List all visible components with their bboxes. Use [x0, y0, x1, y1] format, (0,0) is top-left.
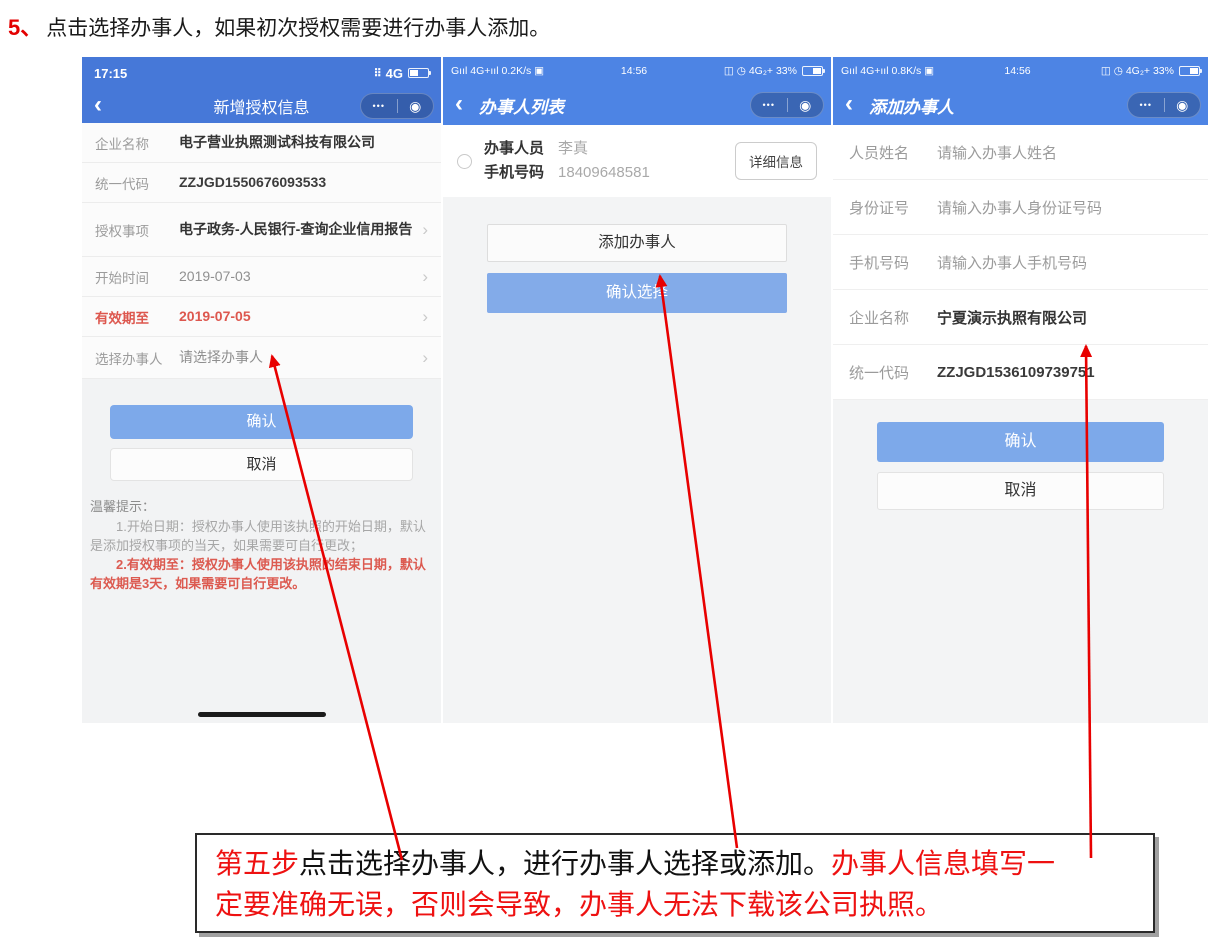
- chevron-right-icon: ›: [422, 307, 428, 327]
- radio-unselected-icon[interactable]: [457, 154, 472, 169]
- more-icon[interactable]: •••: [1128, 100, 1164, 110]
- field-label: 统一代码: [849, 362, 937, 383]
- more-icon[interactable]: •••: [361, 101, 397, 111]
- field-value: 电子营业执照测试科技有限公司: [179, 133, 428, 151]
- agent-phone-value: 18409648581: [558, 161, 650, 185]
- tips-section: 温馨提示： 1.开始日期：授权办事人使用该执照的开始日期，默认是添加授权事项的当…: [90, 496, 433, 593]
- input-placeholder: 请输入办事人身份证号码: [937, 197, 1102, 218]
- agent-name-value: 李真: [558, 137, 588, 161]
- field-value: 2019-07-03: [179, 267, 416, 285]
- status-bar: 17:15 ⠿ 4G: [82, 57, 441, 89]
- add-agent-button[interactable]: 添加办事人: [487, 224, 787, 262]
- field-label: 人员姓名: [849, 142, 937, 163]
- field-value: 2019-07-05: [179, 307, 416, 325]
- screenshot-agent-list: Gııl 4G+ııl 0.2K/s ▣ 14:56 ◫ ◷ 4G₂+ 33% …: [443, 57, 831, 723]
- signal-network-text: Gııl 4G+ııl 0.8K/s ▣: [841, 65, 934, 77]
- step-heading: 5、点击选择办事人，如果初次授权需要进行办事人添加。: [8, 10, 550, 42]
- detail-info-button[interactable]: 详细信息: [735, 142, 817, 180]
- manual-page: 5、点击选择办事人，如果初次授权需要进行办事人添加。 17:15 ⠿ 4G ‹ …: [0, 0, 1214, 949]
- agent-phone-label: 手机号码: [484, 161, 544, 185]
- field-value: ZZJGD1550676093533: [179, 173, 428, 191]
- signal-network-text: Gııl 4G+ııl 0.2K/s ▣: [451, 65, 544, 77]
- cancel-button[interactable]: 取消: [877, 472, 1164, 510]
- note-black-text: 点击选择办事人，进行办事人选择或添加。: [299, 849, 831, 880]
- input-id-number[interactable]: 身份证号 请输入办事人身份证号码: [833, 180, 1208, 235]
- field-label: 有效期至: [95, 307, 179, 327]
- battery-icon: [408, 68, 429, 78]
- status-icons-text: ◫ ◷ 4G₂+ 33%: [1101, 65, 1174, 77]
- confirm-button[interactable]: 确认: [110, 405, 413, 439]
- tip-start-date: 1.开始日期：授权办事人使用该执照的开始日期，默认是添加授权事项的当天，如果需要…: [90, 518, 433, 556]
- chevron-right-icon: ›: [422, 267, 428, 287]
- field-label: 开始时间: [95, 267, 179, 287]
- step-number: 5、: [8, 15, 42, 40]
- field-label: 授权事项: [95, 220, 179, 240]
- network-label: 4G: [386, 66, 403, 81]
- field-value: ZZJGD1536109739751: [937, 364, 1095, 381]
- miniprogram-capsule: ••• ◉: [1127, 92, 1201, 118]
- battery-icon: [802, 66, 823, 76]
- field-authorization-item[interactable]: 授权事项 电子政务-人民银行-查询企业信用报告 ›: [82, 203, 441, 257]
- clock-text: 17:15: [94, 66, 127, 81]
- note-warning-start: 办事人信息填写一: [831, 849, 1055, 880]
- status-bar: Gııl 4G+ııl 0.8K/s ▣ 14:56 ◫ ◷ 4G₂+ 33%: [833, 57, 1208, 85]
- chevron-right-icon: ›: [422, 220, 428, 240]
- field-select-agent[interactable]: 选择办事人 请选择办事人 ›: [82, 337, 441, 379]
- agent-list-item[interactable]: 办事人员李真 手机号码 18409648581 详细信息: [443, 125, 831, 197]
- note-line-1: 第五步点击选择办事人，进行办事人选择或添加。办事人信息填写一: [215, 844, 1135, 885]
- nav-bar: ‹ 新增授权信息 ••• ◉: [82, 89, 441, 123]
- tip-valid-until: 2.有效期至：授权办事人使用该执照的结束日期，默认有效期是3天，如果需要可自行更…: [90, 556, 433, 594]
- miniprogram-capsule: ••• ◉: [750, 92, 824, 118]
- tips-title: 温馨提示：: [90, 496, 433, 515]
- back-icon[interactable]: ‹: [845, 92, 853, 116]
- field-label: 手机号码: [849, 252, 937, 273]
- instruction-note-box: 第五步点击选择办事人，进行办事人选择或添加。办事人信息填写一 定要准确无误，否则…: [195, 833, 1155, 933]
- step-heading-text: 点击选择办事人，如果初次授权需要进行办事人添加。: [46, 16, 550, 40]
- nav-bar: ‹ 办事人列表 ••• ◉: [443, 85, 831, 125]
- note-line-2: 定要准确无误，否则会导致，办事人无法下载该公司执照。: [215, 885, 1135, 926]
- field-label: 企业名称: [849, 307, 937, 328]
- nav-bar: ‹ 添加办事人 ••• ◉: [833, 85, 1208, 125]
- input-agent-name[interactable]: 人员姓名 请输入办事人姓名: [833, 125, 1208, 180]
- field-unified-code: 统一代码 ZZJGD1550676093533: [82, 163, 441, 203]
- field-unified-code: 统一代码 ZZJGD1536109739751: [833, 345, 1208, 400]
- cancel-button[interactable]: 取消: [110, 448, 413, 481]
- back-icon[interactable]: ‹: [455, 92, 463, 116]
- signal-icon: ⠿: [374, 67, 381, 80]
- home-indicator: [198, 712, 326, 717]
- chevron-right-icon: ›: [422, 348, 428, 368]
- field-label: 选择办事人: [95, 348, 179, 368]
- field-value: 宁夏演示执照有限公司: [937, 307, 1087, 328]
- agent-name-label: 办事人员: [484, 137, 544, 161]
- field-label: 身份证号: [849, 197, 937, 218]
- field-company-name: 企业名称 电子营业执照测试科技有限公司: [82, 123, 441, 163]
- close-target-icon[interactable]: ◉: [788, 97, 824, 114]
- field-value: 请选择办事人: [179, 348, 416, 366]
- input-placeholder: 请输入办事人手机号码: [937, 252, 1087, 273]
- input-phone-number[interactable]: 手机号码 请输入办事人手机号码: [833, 235, 1208, 290]
- note-step-label: 第五步: [215, 849, 299, 880]
- field-valid-until[interactable]: 有效期至 2019-07-05 ›: [82, 297, 441, 337]
- field-value: 电子政务-人民银行-查询企业信用报告: [179, 220, 416, 238]
- page-title: 办事人列表: [479, 93, 564, 118]
- close-target-icon[interactable]: ◉: [1165, 97, 1201, 114]
- confirm-button[interactable]: 确认: [877, 422, 1164, 462]
- status-icons-text: ◫ ◷ 4G₂+ 33%: [724, 65, 797, 77]
- field-label: 企业名称: [95, 133, 179, 153]
- miniprogram-capsule: ••• ◉: [360, 93, 434, 119]
- confirm-selection-button[interactable]: 确认选择: [487, 273, 787, 313]
- more-icon[interactable]: •••: [751, 100, 787, 110]
- input-placeholder: 请输入办事人姓名: [937, 142, 1057, 163]
- field-company-name: 企业名称 宁夏演示执照有限公司: [833, 290, 1208, 345]
- battery-icon: [1179, 66, 1200, 76]
- page-title: 添加办事人: [869, 93, 954, 118]
- close-target-icon[interactable]: ◉: [398, 98, 434, 115]
- clock-text: 14:56: [1004, 65, 1030, 77]
- field-start-date[interactable]: 开始时间 2019-07-03 ›: [82, 257, 441, 297]
- screenshot-add-agent: Gııl 4G+ııl 0.8K/s ▣ 14:56 ◫ ◷ 4G₂+ 33% …: [833, 57, 1208, 723]
- clock-text: 14:56: [621, 65, 647, 77]
- status-bar: Gııl 4G+ııl 0.2K/s ▣ 14:56 ◫ ◷ 4G₂+ 33%: [443, 57, 831, 85]
- field-label: 统一代码: [95, 173, 179, 193]
- screenshot-new-authorization: 17:15 ⠿ 4G ‹ 新增授权信息 ••• ◉ 企业名称 电子营业执照测试科…: [82, 57, 441, 723]
